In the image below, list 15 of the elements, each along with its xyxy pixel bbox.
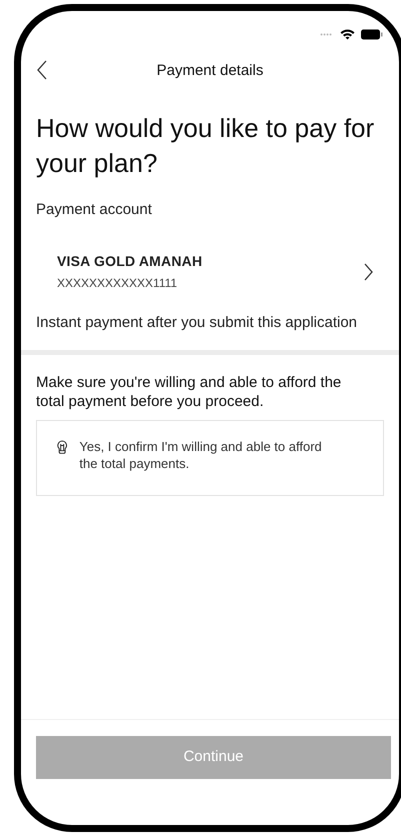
- payment-note: Instant payment after you submit this application: [36, 312, 358, 332]
- page-heading: How would you like to pay for your plan?: [36, 112, 376, 180]
- chevron-right-icon: [364, 262, 373, 280]
- battery-icon: [361, 28, 383, 40]
- wifi-icon: [340, 28, 355, 40]
- back-chevron-icon: [37, 60, 47, 80]
- signal-icon: [320, 32, 334, 36]
- payment-account-row[interactable]: VISA GOLD AMANAH XXXXXXXXXXXX1111: [21, 250, 399, 294]
- screen-title: Payment details: [156, 60, 264, 81]
- affordability-notice: Make sure you're willing and able to afford the total payment before you proceed.: [36, 373, 342, 411]
- confirm-label: Yes, I confirm I'm willing and able to afford the total payments.: [79, 438, 323, 472]
- confirm-checkbox-card[interactable]: Yes, I confirm I'm willing and able to afford the total payments.: [36, 420, 384, 496]
- card-number: XXXXXXXXXXXX1111: [57, 275, 178, 292]
- card-name: VISA GOLD AMANAH: [57, 252, 202, 271]
- section-label: Payment account: [36, 200, 153, 220]
